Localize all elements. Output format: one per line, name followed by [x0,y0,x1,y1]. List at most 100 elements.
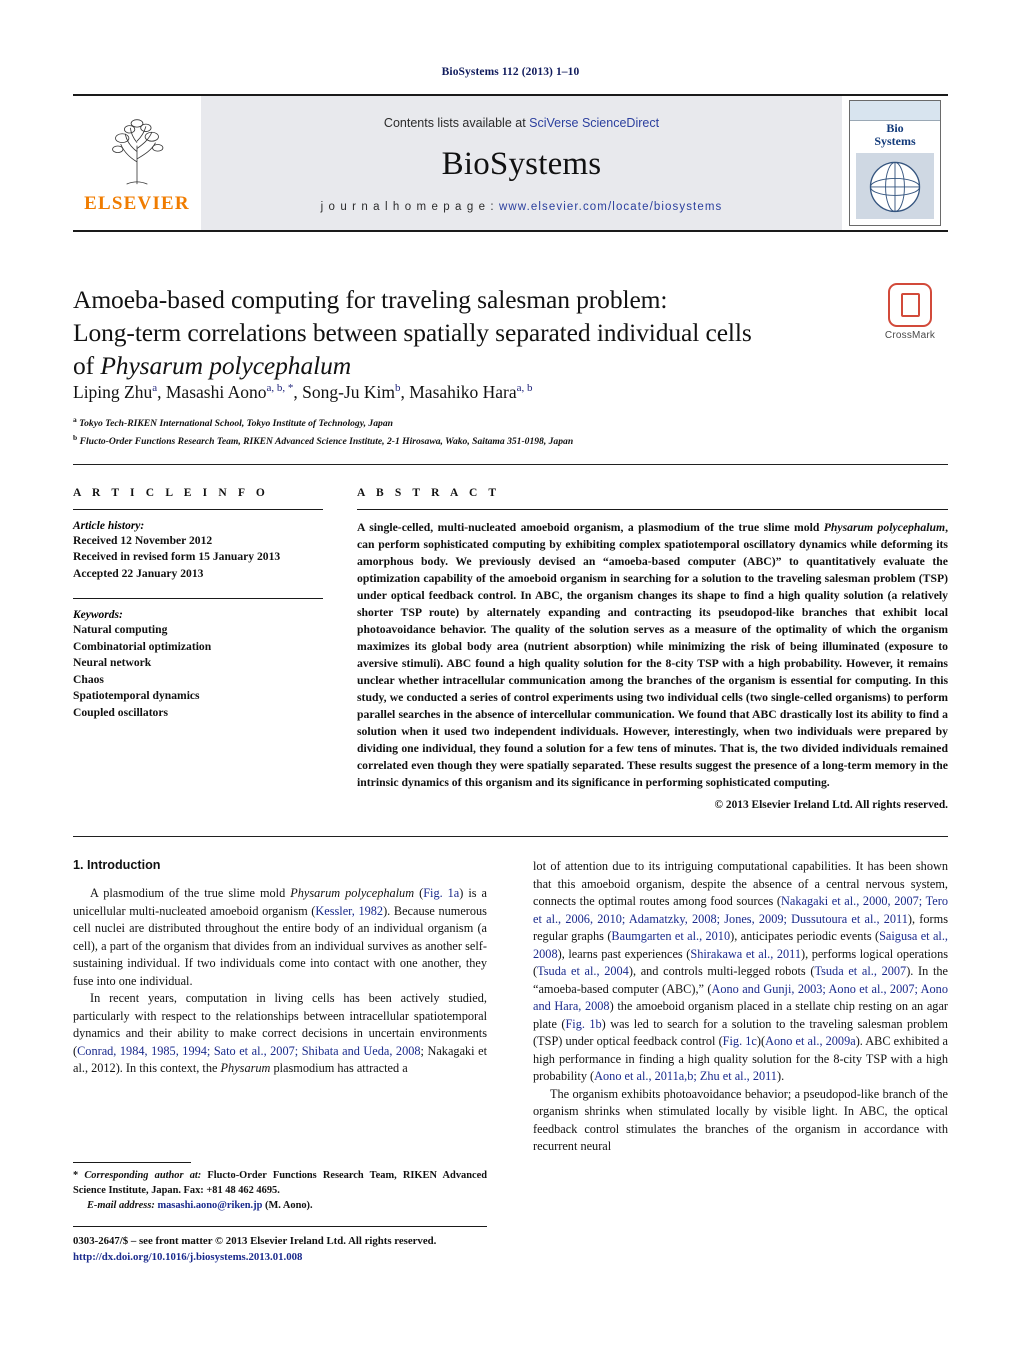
affiliation-a: a Tokyo Tech-RIKEN International School,… [73,414,873,432]
paper-page: BioSystems 112 (2013) 1–10 ELSEVIER Cont… [0,0,1021,1351]
imprint-rule [73,1226,487,1227]
journal-center-panel: Contents lists available at SciVerse Sci… [201,96,842,230]
author-4-affiliation-marker[interactable]: a, b [517,382,533,394]
journal-cover-image: Bio Systems [849,100,941,226]
ref-link-baumgarten[interactable]: Baumgarten et al., 2010 [611,929,730,943]
abstract-column: A B S T R A C T A single-celled, multi-n… [357,487,948,811]
rp1-seg-f: ), and controls multi-legged robots ( [628,964,815,979]
paragraph-intro-4: The organism exhibits photoavoidance beh… [533,1086,948,1154]
affiliation-list: a Tokyo Tech-RIKEN International School,… [73,414,873,449]
crossmark-inner-shape [900,293,920,317]
author-3-affiliation-marker[interactable]: b [395,382,401,394]
doi-link[interactable]: http://dx.doi.org/10.1016/j.biosystems.2… [73,1249,503,1265]
ref-link-aono-2011[interactable]: Aono et al., 2011a,b; Zhu et al., 2011 [594,1069,777,1083]
p1-seg-a: A plasmodium of the true slime mold [90,886,291,900]
p2-seg-c: plasmodium has attracted a [270,1061,408,1076]
elsevier-wordmark: ELSEVIER [84,192,190,214]
section-heading-introduction: 1. Introduction [73,858,161,872]
article-history-accepted: Accepted 22 January 2013 [73,566,204,580]
info-top-rule [73,464,948,465]
author-3: Song-Ju Kimb [302,382,400,402]
affiliation-a-text: Tokyo Tech-RIKEN International School, T… [79,418,393,430]
author-2-affiliation-marker[interactable]: a, b, * [267,382,294,394]
title-line-3-prefix: of [73,351,101,381]
keyword-item: Combinatorial optimization [73,639,212,653]
author-2-name: Masashi Aono [165,382,267,402]
abstract-rule [357,509,948,510]
cover-band [850,101,940,121]
email-owner: (M. Aono). [262,1199,313,1211]
email-link[interactable]: masashi.aono@riken.jp [157,1200,262,1211]
footnote-corresponding-label: Corresponding author at: [84,1170,202,1181]
ref-link-fig1b[interactable]: Fig. 1b [565,1017,601,1031]
rp1-seg-c: ), anticipates periodic events ( [730,929,880,944]
affiliation-b: b Flucto-Order Functions Research Team, … [73,432,873,450]
rp1-seg-l: ). [776,1069,785,1084]
ref-link-conrad[interactable]: Conrad, 1984, 1985, 1994; Sato et al., 2… [77,1044,420,1058]
crossmark-label: CrossMark [884,330,936,341]
keyword-item: Spatiotemporal dynamics [73,689,200,703]
p1-seg-b: ( [414,886,424,900]
keyword-item: Natural computing [73,623,168,637]
author-1-name: Liping Zhu [73,382,153,402]
footnote-marker: * [73,1170,85,1181]
footnote-text: * Corresponding author at: Flucto-Order … [73,1169,487,1214]
affiliation-b-text: Flucto-Order Functions Research Team, RI… [79,435,574,447]
paper-title-block: Amoeba-based computing for traveling sal… [73,283,863,382]
journal-masthead: ELSEVIER Contents lists available at Sci… [73,94,948,232]
cover-title: Bio Systems [850,122,940,147]
article-history-heading: Article history: [73,520,145,532]
p1-species: Physarum polycephalum [290,886,415,900]
affiliation-b-marker: b [73,432,78,442]
title-line-2: Long-term correlations between spatially… [73,318,752,348]
journal-cover: Bio Systems [842,96,948,230]
abstract-part-2: , can perform sophisticated computing by… [357,521,948,789]
crossmark-icon[interactable] [888,283,932,327]
corresponding-author-footnote: * Corresponding author at: Flucto-Order … [73,1162,487,1214]
ref-link-shirakawa[interactable]: Shirakawa et al., 2011 [690,947,801,961]
abstract-copyright: © 2013 Elsevier Ireland Ltd. All rights … [714,798,948,811]
author-1-affiliation-marker[interactable]: a [152,382,157,394]
info-bottom-rule [73,836,948,837]
journal-title: BioSystems [441,145,602,182]
cover-sphere-icon [869,161,921,213]
keyword-item: Neural network [73,656,152,670]
running-head: BioSystems 112 (2013) 1–10 [441,66,580,78]
cover-artwork [856,153,934,219]
abstract-text: A single-celled, multi-nucleated amoeboi… [357,520,948,792]
article-history-received: Received 12 November 2012 [73,534,213,547]
keyword-item: Coupled oscillators [73,705,169,719]
contents-prefix: Contents lists available at [383,115,530,130]
ref-link-tsuda-2007[interactable]: Tsuda et al., 2007 [814,964,906,978]
abstract-species-name: Physarum polycephalum [823,521,946,534]
sciencedirect-link[interactable]: SciVerse ScienceDirect [529,116,659,130]
journal-homepage-link[interactable]: www.elsevier.com/locate/biosystems [499,201,722,213]
body-column-right: lot of attention due to its intriguing c… [533,858,948,1156]
ref-link-tsuda-2004[interactable]: Tsuda et al., 2004 [537,964,629,978]
imprint-line: 0303-2647/$ – see front matter © 2013 El… [73,1235,437,1247]
journal-homepage-line: j o u r n a l h o m e p a g e : www.else… [321,201,723,213]
title-line-1: Amoeba-based computing for traveling sal… [73,285,668,314]
article-history-revised: Received in revised form 15 January 2013 [73,550,281,564]
ref-link-aono-2009a[interactable]: Aono et al., 2009a [765,1034,856,1048]
contents-available-line: Contents lists available at SciVerse Sci… [384,116,659,130]
affiliation-a-marker: a [73,415,77,424]
article-info-rule [73,509,323,510]
crossmark-badge[interactable]: CrossMark [872,283,948,341]
keywords-rule [73,598,323,600]
rp1-seg-j: )( [756,1034,766,1049]
ref-link-fig1c[interactable]: Fig. 1c [723,1034,757,1048]
paper-title: Amoeba-based computing for traveling sal… [73,283,863,382]
author-4: Masahiko Haraa, b [409,382,532,402]
email-label: E-mail address: [87,1199,155,1211]
author-4-name: Masahiko Hara [409,382,517,402]
keyword-item: Chaos [73,672,104,686]
title-line-3-species: Physarum polycephalum [100,351,352,381]
paragraph-intro-2: In recent years, computation in living c… [73,990,487,1078]
ref-link-fig1a[interactable]: Fig. 1a [423,886,459,900]
author-list: Liping Zhua, Masashi Aonoa, b, *, Song-J… [73,382,533,402]
ref-link-kessler[interactable]: Kessler, 1982 [315,904,383,918]
footnote-rule [73,1162,191,1163]
author-3-name: Song-Ju Kim [302,382,395,402]
